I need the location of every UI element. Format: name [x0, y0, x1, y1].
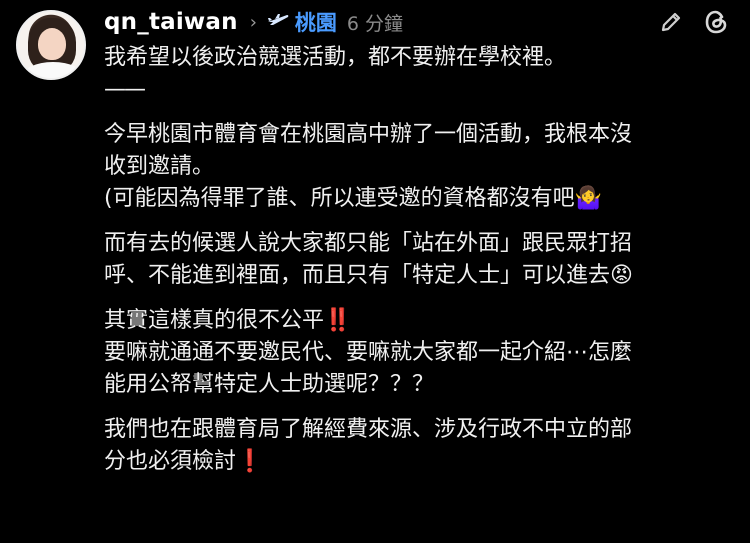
post-line: 今早桃園市體育會在桃園高中辦了一個活動，我根本沒 — [104, 122, 633, 147]
post-line: 而有去的候選人說大家都只能「站在外面」跟民眾打招 — [104, 231, 633, 256]
post-line: 我們也在跟體育局了解經費來源、涉及行政不中立的部 — [104, 417, 633, 442]
post-line: 我希望以後政治競選活動，都不要辦在學校裡。 — [104, 45, 567, 70]
username[interactable]: qn_taiwan — [104, 9, 238, 35]
post-body: 我希望以後政治競選活動，都不要辦在學校裡。 —— 今早桃園市體育會在桃園高中辦了… — [104, 42, 730, 478]
post-line: 呼、不能進到裡面，而且只有「特定人士」可以進去😡 — [104, 263, 633, 288]
post-line: 能用公帑幫特定人士助選呢？？？ — [104, 372, 435, 397]
post-line: 分也必須檢討❗️ — [104, 449, 264, 474]
post-line: 要嘛就通通不要邀民代、要嘛就大家都一起介紹⋯怎麼 — [104, 340, 633, 365]
airplane-icon — [267, 12, 289, 33]
post-header: qn_taiwan › 桃園 6 分鐘 — [104, 4, 403, 40]
edit-icon[interactable] — [658, 9, 684, 35]
divider-dash: —— — [104, 77, 146, 102]
post-line: 收到邀請。 — [104, 154, 215, 179]
avatar-face — [38, 28, 66, 60]
threads-logo-icon[interactable] — [702, 8, 730, 36]
header-actions — [658, 8, 730, 36]
post-time: 6 分鐘 — [346, 12, 404, 35]
avatar[interactable] — [16, 10, 86, 80]
chevron-right-icon: › — [249, 11, 257, 33]
post-line: 其實這樣真的很不公平‼️ — [104, 308, 352, 333]
threads-post: qn_taiwan › 桃園 6 分鐘 我希望以後政治競選活動，都不要辦在學校裡… — [0, 0, 750, 543]
post-line: (可能因為得罪了誰、所以連受邀的資格都沒有吧🤷‍♀️ — [104, 186, 602, 211]
avatar-shirt — [22, 62, 84, 78]
location-link[interactable]: 桃園 — [295, 7, 337, 37]
